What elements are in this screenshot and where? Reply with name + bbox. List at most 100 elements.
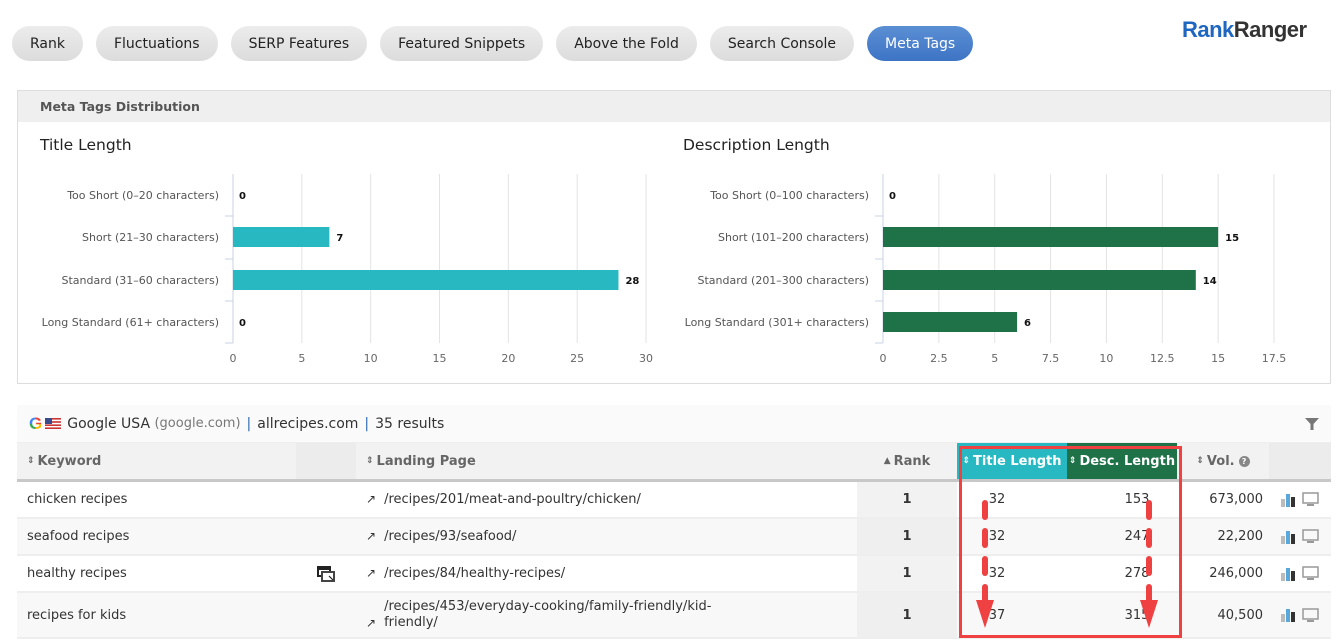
column-actions: [1269, 443, 1331, 479]
arrow-dash: [1146, 556, 1152, 576]
desc-length-cell: 278: [1124, 566, 1150, 581]
volume-cell: 246,000: [1209, 566, 1263, 581]
landing-page-cell[interactable]: ↗ /recipes/84/healthy-recipes/: [356, 556, 857, 591]
icons-cell: [296, 593, 356, 637]
bar-chart-icon[interactable]: [1281, 530, 1296, 544]
logo-part-ranger: Ranger: [1233, 17, 1307, 42]
google-icon: G: [29, 413, 43, 433]
volume-cell: 673,000: [1209, 492, 1263, 507]
tab-bar: Rank Fluctuations SERP Features Featured…: [12, 26, 974, 61]
icons-cell: [296, 482, 356, 517]
data-label: 0: [239, 318, 246, 329]
rankranger-logo[interactable]: RankRanger: [1182, 17, 1307, 43]
external-link-icon[interactable]: ↗: [366, 566, 376, 580]
title-length-cell: 32: [988, 566, 1006, 581]
x-tick-label: 5: [991, 352, 998, 365]
desc-length-cell: 247: [1124, 529, 1150, 544]
sort-icon: ⇕: [962, 456, 971, 466]
x-tick-label: 0: [880, 352, 887, 365]
keyword-cell[interactable]: chicken recipes: [17, 482, 296, 517]
search-engine-name: Google USA: [67, 415, 151, 432]
category-label: Long Standard (61+ characters): [42, 316, 219, 329]
x-tick-label: 20: [501, 352, 515, 365]
table-row: healthy recipes ↗ /recipes/84/healthy-rec…: [17, 556, 1331, 593]
keyword-cell[interactable]: recipes for kids: [17, 593, 296, 637]
keyword-cell[interactable]: seafood recipes: [17, 519, 296, 554]
bar-chart-icon[interactable]: [1281, 567, 1296, 581]
data-label: 15: [1225, 233, 1239, 244]
keyword-text: seafood recipes: [27, 529, 130, 544]
desktop-icon[interactable]: [1302, 607, 1319, 623]
arrow-dash: [982, 500, 988, 520]
logo-part-rank: Rank: [1182, 17, 1234, 42]
search-engine-domain: (google.com): [154, 416, 241, 431]
filter-icon[interactable]: [1305, 417, 1319, 435]
x-tick-label: 7.5: [1042, 352, 1060, 365]
actions-cell: [1269, 482, 1331, 517]
bar-chart-icon[interactable]: [1281, 608, 1296, 622]
column-rank[interactable]: ▲ Rank: [857, 443, 957, 479]
external-link-icon[interactable]: ↗: [366, 529, 376, 543]
column-title-length-label: Title Length: [973, 453, 1062, 469]
table-header: ⇕ Keyword ⇕ Landing Page ▲ Rank ⇕ Title Leng…: [17, 443, 1331, 482]
serp-snapshot-icon[interactable]: [317, 565, 335, 582]
rank-cell: 1: [857, 556, 957, 591]
keyword-text: healthy recipes: [27, 566, 127, 581]
landing-page-link[interactable]: /recipes/93/seafood/: [384, 529, 724, 545]
title-length-cell: 32: [988, 492, 1006, 507]
category-label: Standard (201–300 characters): [697, 274, 869, 287]
landing-page-link[interactable]: /recipes/453/everyday-cooking/family-fri…: [384, 599, 724, 631]
x-tick-label: 17.5: [1262, 352, 1287, 365]
arrow-dash: [1146, 500, 1152, 520]
column-keyword[interactable]: ⇕ Keyword: [17, 443, 296, 479]
column-title-length[interactable]: ⇕ Title Length: [957, 443, 1067, 479]
x-tick-label: 15: [1211, 352, 1225, 365]
site-name: allrecipes.com: [257, 415, 359, 432]
bar: [883, 312, 1018, 332]
icons-cell: [296, 556, 356, 591]
x-tick-label: 12.5: [1150, 352, 1175, 365]
bar-chart-icon[interactable]: [1281, 493, 1296, 507]
sort-asc-icon: ▲: [883, 456, 891, 466]
table-body: chicken recipes ↗ /recipes/201/meat-and-p…: [17, 482, 1331, 639]
column-landing-page[interactable]: ⇕ Landing Page: [356, 443, 857, 479]
table-row: chicken recipes ↗ /recipes/201/meat-and-p…: [17, 482, 1331, 519]
desktop-icon[interactable]: [1302, 566, 1319, 581]
sort-icon: ⇕: [1196, 456, 1204, 466]
desktop-icon[interactable]: [1302, 492, 1319, 507]
bar: [233, 227, 330, 247]
keyword-text: recipes for kids: [27, 607, 127, 623]
column-rank-label: Rank: [893, 453, 931, 469]
landing-page-cell[interactable]: ↗ /recipes/93/seafood/: [356, 519, 857, 554]
sort-icon: ⇕: [27, 456, 35, 466]
landing-page-cell[interactable]: ↗ /recipes/453/everyday-cooking/family-fr…: [356, 593, 857, 637]
help-icon[interactable]: ?: [1238, 455, 1250, 467]
bar: [883, 227, 1219, 247]
desktop-icon[interactable]: [1302, 529, 1319, 544]
tab-featured-snippets[interactable]: Featured Snippets: [380, 26, 544, 61]
external-link-icon[interactable]: ↗: [366, 492, 376, 506]
x-tick-label: 5: [298, 352, 305, 365]
keyword-cell[interactable]: healthy recipes: [17, 556, 296, 591]
column-desc-length[interactable]: ⇕ Desc. Length: [1067, 443, 1177, 479]
data-label: 28: [625, 276, 639, 287]
desc-length-cell: 315: [1124, 607, 1150, 623]
separator: |: [364, 415, 370, 432]
tab-serp-features[interactable]: SERP Features: [230, 26, 368, 61]
table-info-bar: G Google USA (google.com) | allrecipes.c…: [17, 405, 1331, 443]
external-link-icon[interactable]: ↗: [366, 616, 376, 630]
category-label: Too Short (0–100 characters): [709, 189, 869, 202]
landing-page-link[interactable]: /recipes/201/meat-and-poultry/chicken/: [384, 492, 724, 508]
tab-fluctuations[interactable]: Fluctuations: [95, 26, 218, 61]
tab-rank[interactable]: Rank: [12, 26, 83, 61]
landing-page-cell[interactable]: ↗ /recipes/201/meat-and-poultry/chicken/: [356, 482, 857, 517]
tab-above-the-fold[interactable]: Above the Fold: [556, 26, 697, 61]
column-volume[interactable]: ⇕ Vol.?: [1177, 443, 1269, 479]
column-landing-label: Landing Page: [376, 453, 476, 469]
actions-cell: [1269, 556, 1331, 591]
tab-meta-tags[interactable]: Meta Tags: [867, 26, 974, 61]
landing-page-link[interactable]: /recipes/84/healthy-recipes/: [384, 566, 724, 582]
arrow-dash: [982, 556, 988, 576]
tab-search-console[interactable]: Search Console: [709, 26, 855, 61]
arrow-head: [976, 600, 994, 628]
